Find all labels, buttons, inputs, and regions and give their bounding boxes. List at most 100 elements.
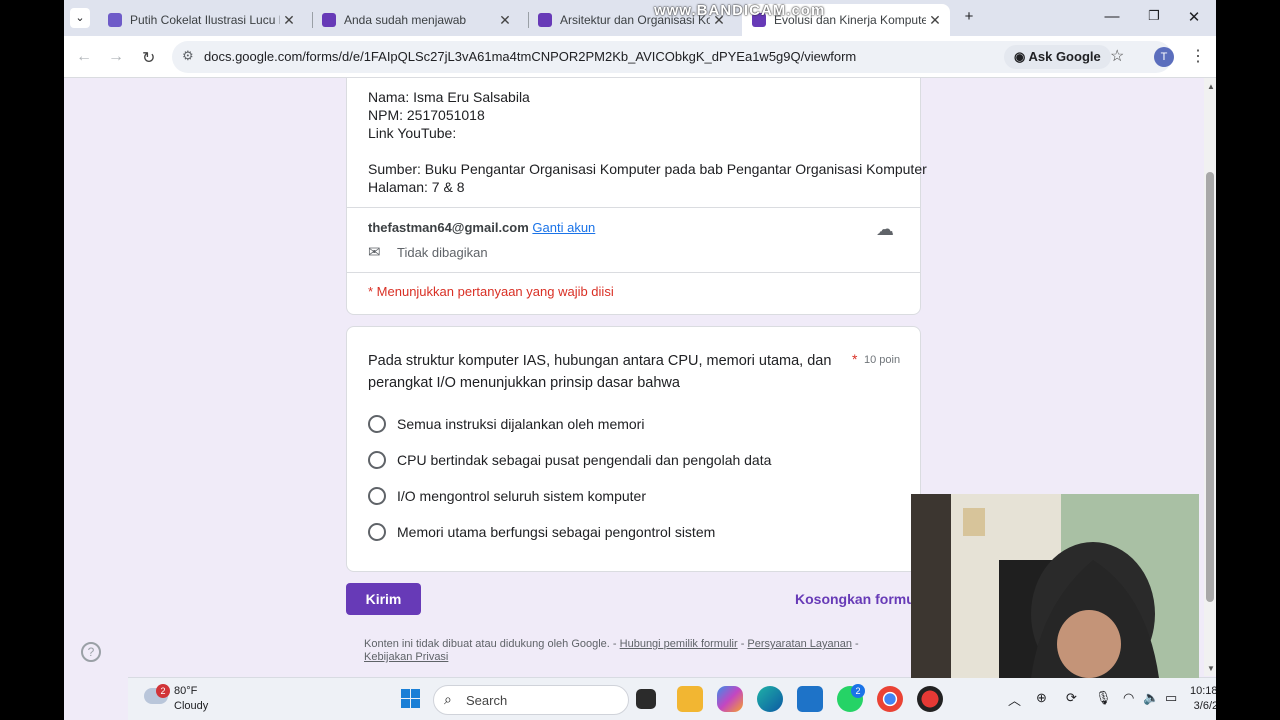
clock-date: 3/6/2026 (1193, 700, 1216, 712)
battery-icon[interactable]: ▭ (1165, 690, 1177, 706)
switch-account-link[interactable]: Ganti akun (532, 220, 595, 235)
start-windows-icon[interactable] (398, 686, 424, 712)
taskbar-search[interactable]: ⌕ Search (433, 685, 629, 715)
privacy-link[interactable]: Kebijakan Privasi (364, 651, 448, 663)
tab-strip: ⌄ Putih Cokelat Ilustrasi Lucu Ku ✕ Anda… (64, 0, 1216, 36)
address-bar[interactable]: ⚙ docs.google.com/forms/d/e/1FAIpQLSc27j… (172, 41, 1172, 73)
forms-favicon-icon (322, 13, 336, 27)
tab-label: Anda sudah menjawab (344, 13, 467, 27)
forward-icon[interactable]: → (108, 48, 124, 66)
tab-label: Putih Cokelat Ilustrasi Lucu Ku (130, 13, 280, 27)
radio-option-1[interactable] (368, 415, 386, 433)
help-icon[interactable]: ? (81, 642, 101, 662)
close-tab-icon[interactable]: ✕ (496, 12, 514, 29)
divider (347, 207, 920, 208)
radio-option-3[interactable] (368, 487, 386, 505)
new-tab-icon[interactable]: + (957, 8, 981, 25)
question-points: 10 poin (864, 354, 901, 366)
option-label[interactable]: Memori utama berfungsi sebagai pengontro… (397, 524, 715, 540)
vpn-tray-icon[interactable]: ⊕ (1036, 690, 1047, 706)
question-title-line: Pada struktur komputer IAS, hubungan ant… (368, 353, 832, 369)
search-icon: ⌕ (444, 691, 452, 707)
back-icon[interactable]: ← (76, 48, 92, 66)
intro-name: Nama: Isma Eru Salsabila (368, 89, 530, 105)
tab-putih-cokelat[interactable]: Putih Cokelat Ilustrasi Lucu Ku ✕ (98, 4, 304, 36)
form-footer: Konten ini tidak dibuat atau didukung ol… (364, 638, 904, 664)
wifi-icon[interactable]: ◠ (1123, 690, 1134, 706)
copilot-icon[interactable] (717, 686, 743, 712)
required-asterisk: * (852, 351, 858, 367)
question-title-line: perangkat I/O menunjukkan prinsip dasar … (368, 375, 680, 391)
radio-option-2[interactable] (368, 451, 386, 469)
close-tab-icon[interactable]: ✕ (280, 12, 298, 29)
footer-sep: - (737, 638, 748, 650)
scroll-up-icon[interactable]: ▲ (1207, 82, 1215, 91)
taskbar: 2 80°F Cloudy ⌕ Search 2 ︿ ⊕ ⟳ 🎙 ◠ 🔈 ▭ 1… (128, 677, 1216, 720)
show-hidden-icons[interactable]: ︿ (1008, 690, 1021, 709)
task-view-icon[interactable] (636, 689, 656, 709)
page-scrollbar[interactable]: ▲ ▼ (1204, 78, 1216, 676)
lens-icon: ◉ (1014, 49, 1029, 64)
tab-search-icon[interactable]: ⌄ (70, 8, 90, 28)
bookmark-star-icon[interactable]: ☆ (1110, 46, 1124, 66)
search-label: Search (466, 693, 508, 708)
option-label[interactable]: CPU bertindak sebagai pusat pengendali d… (397, 452, 771, 468)
url-text[interactable]: docs.google.com/forms/d/e/1FAIpQLSc27jL3… (204, 49, 856, 64)
restore-icon[interactable]: ❐ (1142, 8, 1166, 24)
terms-link[interactable]: Persyaratan Layanan (747, 638, 852, 650)
microphone-icon[interactable]: 🎙 (1095, 690, 1112, 706)
not-shared-label: Tidak dibagikan (397, 245, 488, 260)
scrollbar-thumb[interactable] (1206, 172, 1214, 602)
sync-tray-icon[interactable]: ⟳ (1066, 690, 1077, 706)
scroll-down-icon[interactable]: ▼ (1207, 664, 1215, 673)
divider (347, 272, 920, 273)
more-menu-icon[interactable]: ⋮ (1190, 46, 1206, 66)
webcam-overlay (911, 494, 1199, 678)
intro-pages: Halaman: 7 & 8 (368, 179, 465, 195)
footer-disclaimer: Konten ini tidak dibuat atau didukung ol… (364, 638, 620, 650)
store-icon[interactable] (797, 686, 823, 712)
browser-toolbar: ← → ↻ ⚙ docs.google.com/forms/d/e/1FAIpQ… (64, 36, 1216, 78)
option-label[interactable]: I/O mengontrol seluruh sistem komputer (397, 488, 646, 504)
bandicam-icon[interactable] (917, 686, 943, 712)
cloud-save-icon: ☁ (876, 219, 894, 239)
chrome-icon[interactable] (877, 686, 903, 712)
radio-option-4[interactable] (368, 523, 386, 541)
contact-owner-link[interactable]: Hubungi pemilik formulir (620, 638, 738, 650)
footer-sep: - (852, 638, 859, 650)
option-label[interactable]: Semua instruksi dijalankan oleh memori (397, 416, 644, 432)
reload-icon[interactable]: ↻ (142, 48, 155, 68)
weather-widget[interactable]: 80°F Cloudy (174, 684, 208, 714)
close-tab-icon[interactable]: ✕ (926, 12, 944, 29)
whatsapp-badge: 2 (851, 684, 865, 698)
canva-favicon-icon (108, 13, 122, 27)
ask-google-label: Ask Google (1028, 49, 1101, 64)
intro-source: Sumber: Buku Pengantar Organisasi Komput… (368, 161, 927, 177)
minimize-icon[interactable]: — (1100, 8, 1124, 25)
edge-icon[interactable] (757, 686, 783, 712)
recording-watermark: www.BANDICAM.com (654, 2, 826, 19)
file-explorer-icon[interactable] (677, 686, 703, 712)
form-header-card: Nama: Isma Eru Salsabila NPM: 2517051018… (346, 78, 927, 315)
question-card: Pada struktur komputer IAS, hubungan ant… (346, 326, 921, 572)
ask-google-button[interactable]: ◉ Ask Google (1004, 45, 1111, 69)
required-note: * Menunjukkan pertanyaan yang wajib diis… (368, 284, 614, 299)
site-info-icon[interactable]: ⚙ (182, 48, 194, 64)
account-row: thefastman64@gmail.com Ganti akun (368, 219, 595, 237)
profile-avatar[interactable]: T (1154, 47, 1174, 67)
weather-desc: Cloudy (174, 700, 209, 712)
submit-button[interactable]: Kirim (346, 583, 421, 615)
letterbox-right (1216, 0, 1280, 720)
weather-temp: 80°F (174, 685, 198, 697)
intro-npm: NPM: 2517051018 (368, 107, 485, 123)
weather-badge: 2 (156, 684, 170, 698)
tab-anda-sudah-menjawab[interactable]: Anda sudah menjawab ✕ (312, 4, 520, 36)
not-shared-mail-icon: ✉ (368, 244, 381, 261)
question-title: Pada struktur komputer IAS, hubungan ant… (368, 350, 831, 394)
clear-form-button[interactable]: Kosongkan formulir (795, 591, 928, 607)
volume-icon[interactable]: 🔈 (1143, 690, 1159, 706)
letterbox-left (0, 0, 64, 720)
webcam-feed (911, 494, 1199, 678)
clock[interactable]: 10:18 AM 3/6/2026 (1190, 684, 1216, 714)
close-window-icon[interactable]: ✕ (1182, 8, 1206, 26)
